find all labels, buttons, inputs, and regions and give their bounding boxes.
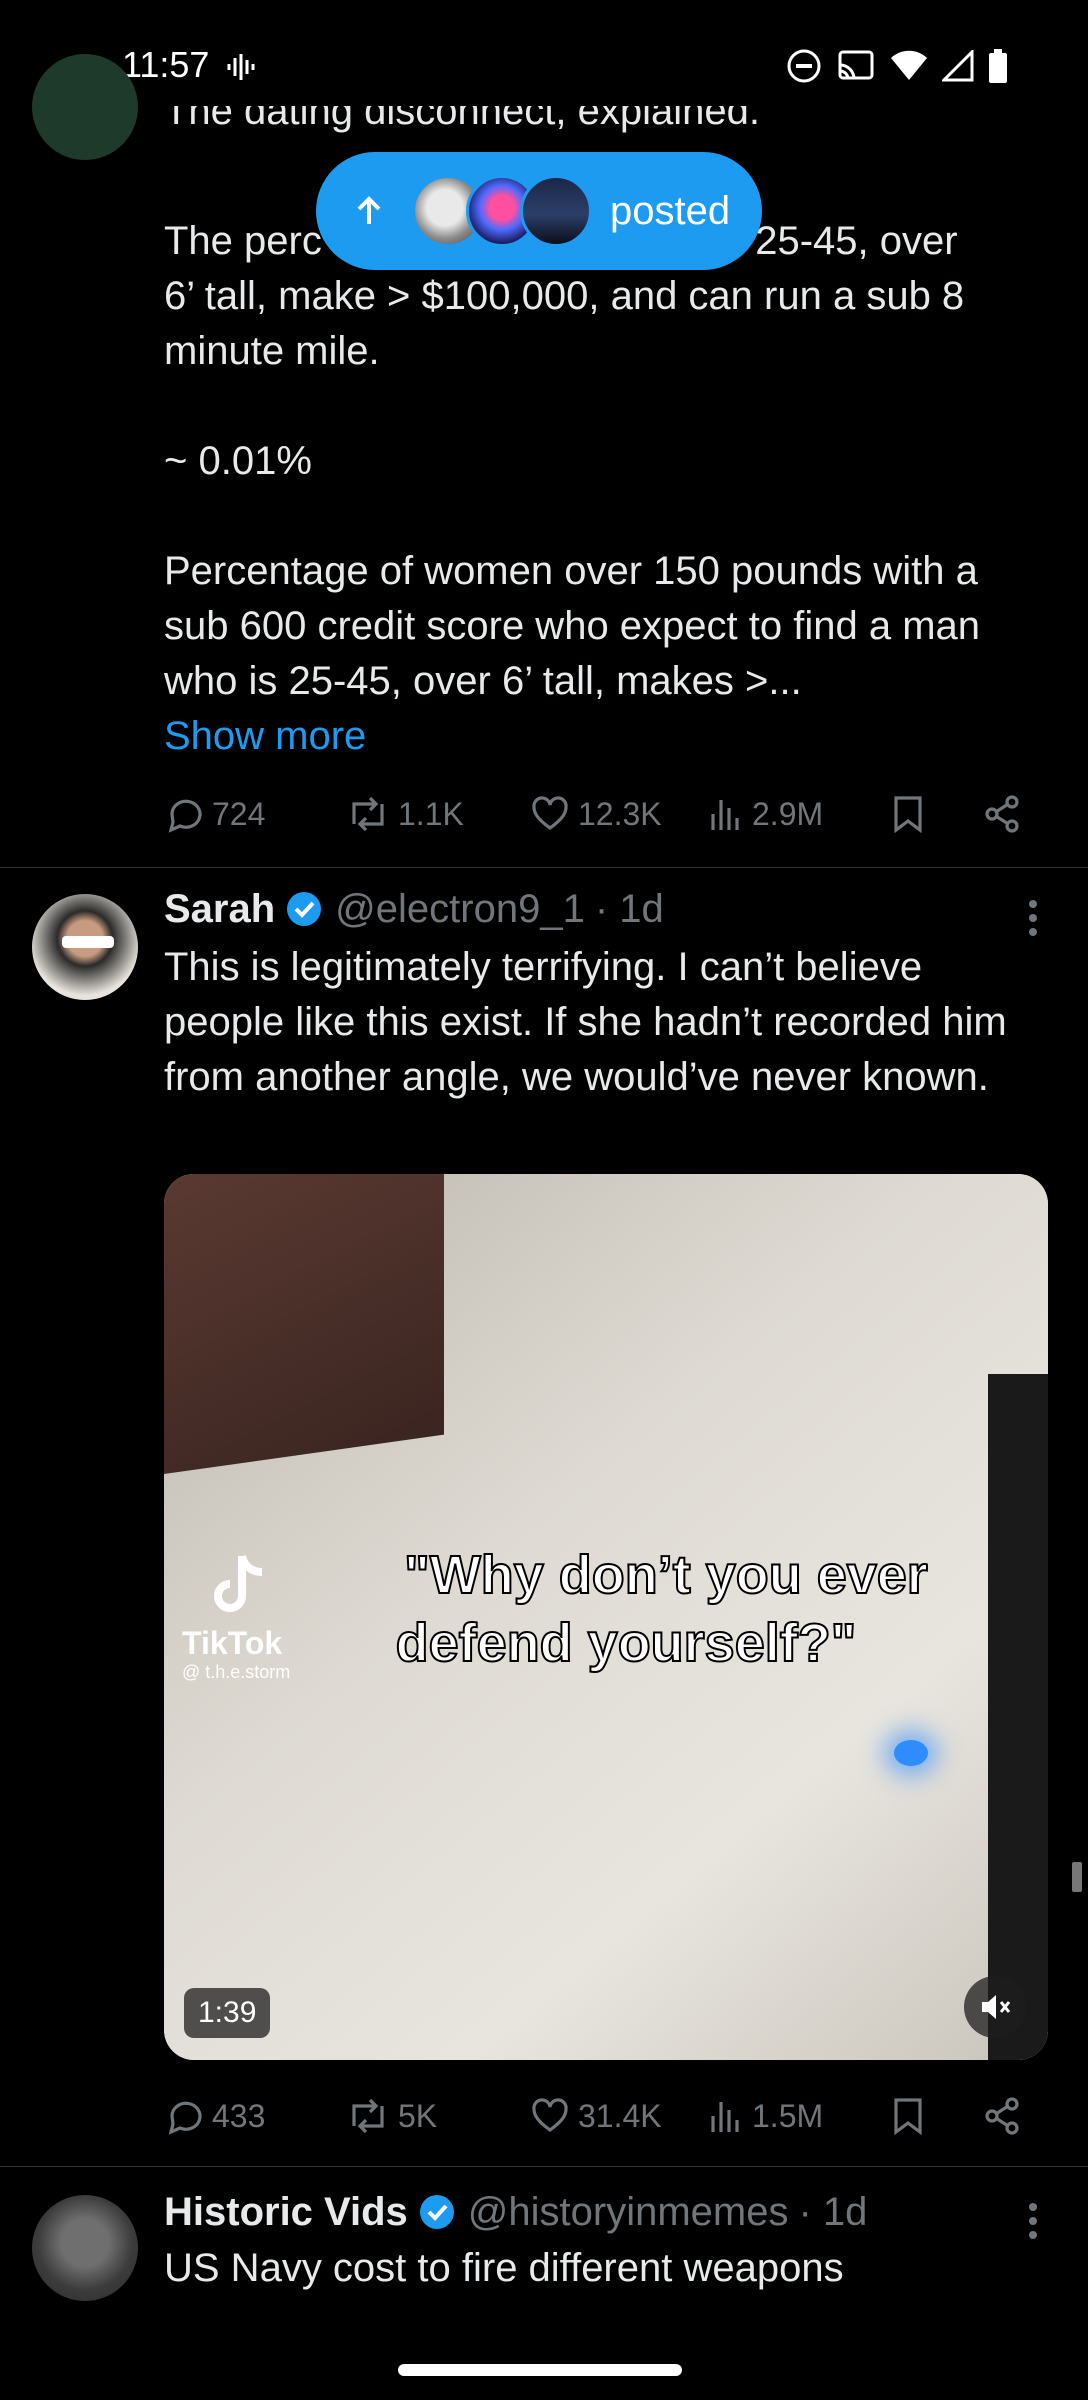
reply-button[interactable]: 433 [164, 2096, 346, 2136]
verified-badge-icon [287, 892, 322, 926]
new-posts-pill[interactable]: posted [316, 152, 762, 270]
bookmark-icon [894, 2098, 922, 2136]
arrow-up-icon [357, 196, 381, 224]
reply-icon [168, 799, 202, 833]
views-icon [711, 2102, 739, 2132]
reply-count: 724 [212, 795, 266, 832]
like-button[interactable]: 31.4K [530, 2096, 708, 2136]
heart-icon [532, 796, 568, 830]
views-count: 2.9M [752, 795, 824, 832]
muted-speaker-icon [982, 1995, 1011, 2019]
tweet-header: Sarah @electron9_1 · 1d [164, 884, 1052, 934]
video-player[interactable]: TikTok @ t.h.e.storm "Why don’t you ever… [164, 1174, 1048, 2060]
author-handle[interactable]: @historyinmemes [468, 2187, 789, 2237]
reply-icon [168, 2101, 202, 2135]
share-icon [985, 795, 1019, 833]
author-name[interactable]: Historic Vids [164, 2187, 408, 2237]
tweet-time: · 1d [798, 2190, 868, 2234]
repost-count: 1.1K [398, 795, 464, 832]
tweet-header: Historic Vids @historyinmemes · 1d [164, 2187, 1052, 2237]
video-light-dot [894, 1740, 928, 1766]
share-button[interactable] [982, 2096, 1022, 2136]
video-caption-line-1: "Why don’t you ever [403, 1544, 929, 1606]
more-options-icon[interactable] [1026, 898, 1040, 938]
heart-icon [532, 2098, 568, 2132]
like-count: 12.3K [578, 795, 662, 832]
repost-button[interactable]: 5K [346, 2096, 530, 2136]
video-dark-edge [988, 1374, 1048, 2060]
reply-button[interactable]: 724 [164, 794, 346, 834]
video-duration: 1:39 [184, 1988, 271, 2038]
more-options-icon[interactable] [1026, 2201, 1040, 2241]
bookmark-icon [894, 796, 922, 834]
tweet-1[interactable]: The dating disconnect, explained. The pe… [0, 0, 1088, 868]
tweet-text-body: 6’ tall, make > $100,000, and can run a … [164, 274, 981, 703]
bookmark-button[interactable] [890, 2096, 982, 2136]
repost-icon [352, 796, 384, 832]
repost-button[interactable]: 1.1K [346, 794, 530, 834]
video-box-object [164, 1174, 444, 1474]
share-button[interactable] [982, 794, 1022, 834]
tweet-time: · 1d [594, 887, 664, 931]
author-name[interactable]: Sarah [164, 884, 275, 934]
reply-count: 433 [212, 2097, 266, 2134]
home-gesture-bar[interactable] [398, 2364, 682, 2376]
mute-button[interactable] [964, 1976, 1026, 2038]
author-handle[interactable]: @electron9_1 [335, 884, 585, 934]
avatar[interactable] [32, 2195, 138, 2301]
like-button[interactable]: 12.3K [530, 794, 708, 834]
tweet-3[interactable]: Historic Vids @historyinmemes · 1d US Na… [0, 2167, 1088, 2347]
avatar [520, 175, 592, 247]
tweet-text: US Navy cost to fire different weapons [164, 2246, 844, 2290]
scrollbar-thumb[interactable] [1072, 1862, 1082, 1892]
share-icon [985, 2097, 1019, 2135]
pill-label: posted [610, 188, 731, 233]
tweet-title-clipped: The dating disconnect, explained. [164, 106, 760, 133]
avatar[interactable] [32, 54, 138, 160]
repost-icon [352, 2098, 384, 2134]
repost-count: 5K [398, 2097, 438, 2134]
video-caption-line-2: defend yourself?" [395, 1612, 858, 1674]
show-more-link[interactable]: Show more [164, 709, 1052, 764]
bookmark-button[interactable] [890, 794, 982, 834]
avatar[interactable] [32, 894, 138, 1000]
tweet-text: This is legitimately terrifying. I can’t… [164, 945, 1007, 1099]
like-count: 31.4K [578, 2097, 662, 2134]
views-count: 1.5M [752, 2097, 824, 2134]
views-button[interactable]: 2.9M [708, 794, 890, 834]
views-icon [711, 800, 739, 830]
verified-badge-icon [419, 2195, 454, 2229]
views-button[interactable]: 1.5M [708, 2096, 890, 2136]
